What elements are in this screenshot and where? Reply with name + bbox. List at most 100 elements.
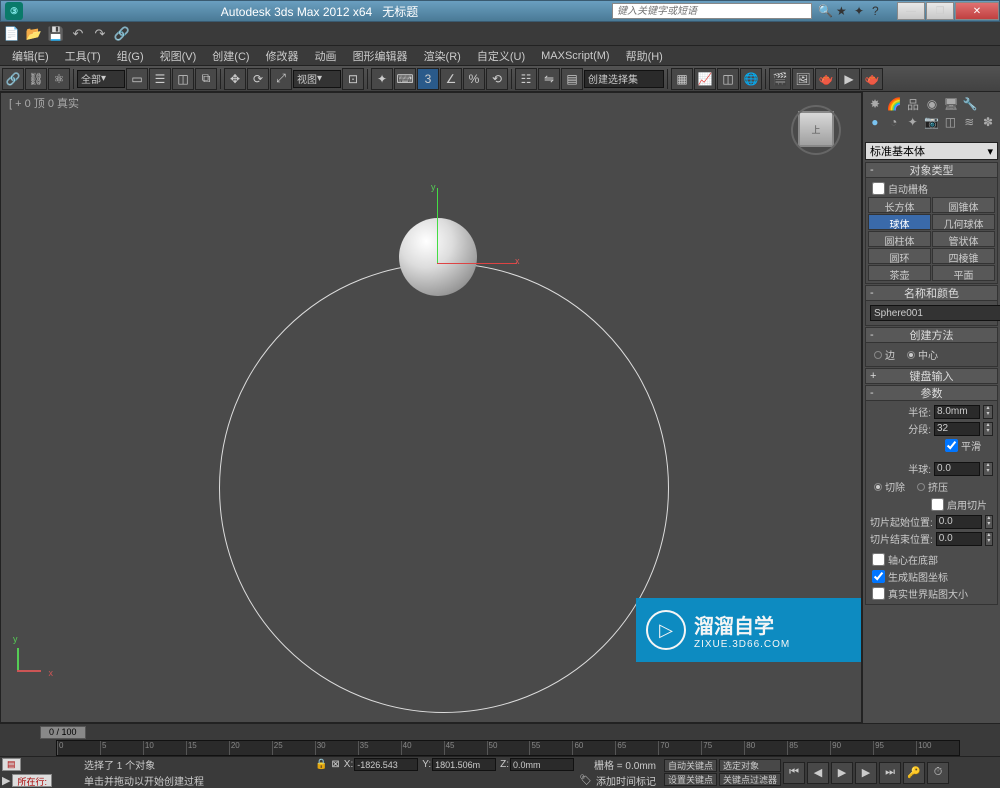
mirror-icon[interactable]: ⇋ bbox=[538, 68, 560, 90]
menu-render[interactable]: 渲染(R) bbox=[416, 46, 469, 66]
lock-icon[interactable]: 🔒 bbox=[315, 759, 327, 770]
layer-icon[interactable]: ▦ bbox=[671, 68, 693, 90]
shapes-cat-icon[interactable]: ◔ bbox=[886, 114, 902, 130]
type-torus[interactable]: 圆环 bbox=[868, 248, 931, 264]
spacewarps-cat-icon[interactable]: ≋ bbox=[961, 114, 977, 130]
rollout-create-method[interactable]: -创建方法 bbox=[865, 327, 998, 343]
quick-render-icon[interactable]: 🫖 bbox=[815, 68, 837, 90]
set-key-button[interactable]: 设置关键点 bbox=[664, 773, 717, 786]
goto-end-icon[interactable]: ⏭ bbox=[879, 762, 901, 784]
select-region-icon[interactable]: ◫ bbox=[172, 68, 194, 90]
type-geosphere[interactable]: 几何球体 bbox=[932, 214, 995, 230]
chop-radio[interactable] bbox=[874, 483, 882, 491]
hemisphere-input[interactable] bbox=[934, 462, 980, 476]
method-center-radio[interactable] bbox=[907, 351, 915, 359]
key-filters-button[interactable]: 关键点过滤器 bbox=[719, 773, 781, 786]
render-frame-icon[interactable]: 🖼 bbox=[792, 68, 814, 90]
type-sphere[interactable]: 球体 bbox=[868, 214, 931, 230]
render-icon[interactable]: ▶ bbox=[838, 68, 860, 90]
slice-to-input[interactable] bbox=[936, 532, 982, 546]
add-time-tag[interactable]: 添加时间标记 bbox=[596, 773, 656, 788]
menu-customize[interactable]: 自定义(U) bbox=[469, 46, 533, 66]
motion-tab-icon[interactable]: ◉ bbox=[924, 96, 940, 112]
select-scale-icon[interactable]: ⤢ bbox=[270, 68, 292, 90]
selection-filter-dropdown[interactable]: 全部 ▾ bbox=[77, 70, 125, 88]
maxscript-mini-icon[interactable]: ▤ bbox=[2, 758, 21, 771]
viewcube[interactable]: 上 bbox=[791, 105, 841, 155]
favorite-icon[interactable]: ★ bbox=[836, 4, 850, 18]
rollout-parameters[interactable]: -参数 bbox=[865, 385, 998, 401]
geometry-cat-icon[interactable]: ● bbox=[867, 114, 883, 130]
base-pivot-checkbox[interactable] bbox=[872, 553, 885, 566]
slice-from-input[interactable] bbox=[936, 515, 982, 529]
squash-radio[interactable] bbox=[917, 483, 925, 491]
viewport[interactable]: [ + 0 顶 0 真实 上 y x y x ▷ 溜溜自学 ZIXUE.3D66… bbox=[0, 92, 862, 723]
hierarchy-tab-icon[interactable]: 品 bbox=[905, 96, 921, 112]
category-dropdown[interactable]: 标准基本体▾ bbox=[865, 142, 998, 160]
time-ruler[interactable]: 0510152025303540455055606570758085909510… bbox=[56, 740, 960, 756]
object-name-input[interactable] bbox=[870, 305, 1000, 321]
window-crossing-icon[interactable]: ⧉ bbox=[195, 68, 217, 90]
type-cone[interactable]: 圆锥体 bbox=[932, 197, 995, 213]
modify-tab-icon[interactable]: 🌈 bbox=[886, 96, 902, 112]
selection-set-dropdown[interactable] bbox=[584, 70, 664, 88]
open-icon[interactable]: 📂 bbox=[24, 25, 44, 43]
menu-edit[interactable]: 编辑(E) bbox=[4, 46, 57, 66]
link-tool-icon[interactable]: 🔗 bbox=[2, 68, 24, 90]
manipulate-icon[interactable]: ✦ bbox=[371, 68, 393, 90]
coord-x-input[interactable] bbox=[354, 758, 418, 771]
menu-animation[interactable]: 动画 bbox=[307, 46, 345, 66]
sphere-object[interactable] bbox=[399, 218, 477, 296]
link-icon[interactable]: 🔗 bbox=[112, 25, 132, 43]
hemisphere-spinner[interactable]: ▴▾ bbox=[983, 462, 993, 476]
isolate-icon[interactable]: ⊠ bbox=[331, 759, 339, 770]
display-tab-icon[interactable]: 🖥 bbox=[943, 96, 959, 112]
segments-input[interactable] bbox=[934, 422, 980, 436]
menu-tools[interactable]: 工具(T) bbox=[57, 46, 109, 66]
lights-cat-icon[interactable]: ✦ bbox=[905, 114, 921, 130]
key-target-dropdown[interactable]: 选定对象 bbox=[719, 759, 781, 772]
utilities-tab-icon[interactable]: 🔧 bbox=[962, 96, 978, 112]
slice-to-spinner[interactable]: ▴▾ bbox=[985, 532, 993, 546]
render-setup-icon[interactable]: 🎬 bbox=[769, 68, 791, 90]
angle-snap-icon[interactable]: ∠ bbox=[440, 68, 462, 90]
restore-button[interactable]: ❐ bbox=[926, 2, 954, 20]
key-mode-icon[interactable]: 🔑 bbox=[903, 762, 925, 784]
percent-snap-icon[interactable]: % bbox=[463, 68, 485, 90]
snap-toggle-icon[interactable]: 3 bbox=[417, 68, 439, 90]
close-button[interactable]: ✕ bbox=[955, 2, 999, 20]
save-icon[interactable]: 💾 bbox=[46, 25, 66, 43]
help-icon[interactable]: ? bbox=[872, 4, 886, 18]
menu-graph[interactable]: 图形编辑器 bbox=[345, 46, 416, 66]
real-uv-checkbox[interactable] bbox=[872, 587, 885, 600]
select-icon[interactable]: ▭ bbox=[126, 68, 148, 90]
auto-key-button[interactable]: 自动关键点 bbox=[664, 759, 717, 772]
coord-z-input[interactable] bbox=[510, 758, 574, 771]
menu-modifiers[interactable]: 修改器 bbox=[258, 46, 307, 66]
gen-uv-checkbox[interactable] bbox=[872, 570, 885, 583]
autogrid-checkbox[interactable] bbox=[872, 182, 885, 195]
smooth-checkbox[interactable] bbox=[945, 439, 958, 452]
rollout-object-type[interactable]: -对象类型 bbox=[865, 162, 998, 178]
menu-maxscript[interactable]: MAXScript(M) bbox=[533, 48, 617, 64]
select-move-icon[interactable]: ✥ bbox=[224, 68, 246, 90]
viewport-label[interactable]: [ + 0 顶 0 真实 bbox=[9, 95, 79, 111]
method-edge-radio[interactable] bbox=[874, 351, 882, 359]
prev-frame-icon[interactable]: ◀ bbox=[807, 762, 829, 784]
menu-help[interactable]: 帮助(H) bbox=[618, 46, 671, 66]
search-icon[interactable]: 🔍 bbox=[818, 4, 832, 18]
community-icon[interactable]: ✦ bbox=[854, 4, 868, 18]
next-frame-icon[interactable]: ▶ bbox=[855, 762, 877, 784]
type-tube[interactable]: 管状体 bbox=[932, 231, 995, 247]
time-tag-icon[interactable]: 🏷 bbox=[579, 775, 592, 786]
type-box[interactable]: 长方体 bbox=[868, 197, 931, 213]
type-cylinder[interactable]: 圆柱体 bbox=[868, 231, 931, 247]
minimize-button[interactable]: — bbox=[897, 2, 925, 20]
select-rotate-icon[interactable]: ⟳ bbox=[247, 68, 269, 90]
bind-tool-icon[interactable]: ⚛ bbox=[48, 68, 70, 90]
new-icon[interactable]: 📄 bbox=[2, 25, 22, 43]
undo-icon[interactable]: ↶ bbox=[68, 25, 88, 43]
radius-input[interactable] bbox=[934, 405, 980, 419]
material-editor-icon[interactable]: 🌐 bbox=[740, 68, 762, 90]
slice-from-spinner[interactable]: ▴▾ bbox=[985, 515, 993, 529]
